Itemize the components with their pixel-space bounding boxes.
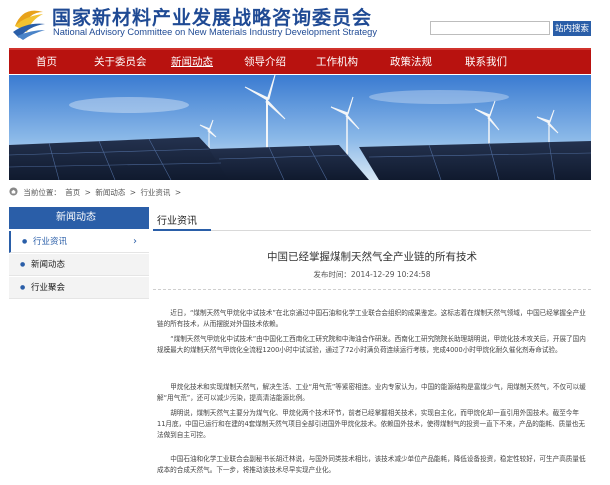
nav-item-policy[interactable]: 政策法规	[390, 50, 432, 74]
bullet-dot: ●	[20, 284, 26, 291]
article-title: 中国已经掌握煤制天然气全产业链的所有技术	[267, 251, 477, 263]
nav-item-leaders[interactable]: 领导介绍	[244, 50, 286, 74]
article-paragraph: 近日，“煤制天然气甲烷化中试技术”在北京通过中国石油和化学工业联合会组织的成果鉴…	[157, 309, 586, 328]
main-nav: 首页 关于委员会 新闻动态 领导介绍 工作机构 政策法规 联系我们	[9, 48, 591, 74]
breadcrumb: 当前位置： 首页 > 新闻动态 > 行业资讯 >	[9, 185, 183, 201]
page: 国家新材料产业发展战略咨询委员会 National Advisory Commi…	[0, 0, 610, 485]
section-divider	[153, 230, 591, 231]
home-icon	[9, 187, 18, 196]
breadcrumb-item-industry[interactable]: 行业资讯	[140, 188, 170, 197]
nav-item-organization[interactable]: 工作机构	[316, 50, 358, 74]
breadcrumb-separator: >	[174, 188, 182, 197]
publish-date: 发布时间：2014-12-29 10:24:58	[313, 270, 431, 279]
bullet-dot: ●	[22, 238, 28, 245]
nav-item-home[interactable]: 首页	[36, 50, 57, 74]
article-paragraph: 胡明说，煤制天然气主要分为煤气化、甲烷化两个技术环节，前者已经掌握相关技术，实现…	[157, 409, 585, 439]
article-paragraph: “煤制天然气甲烷化中试技术”由中国化工西南化工研究院和中海油合作研发。西南化工研…	[157, 335, 586, 354]
sidebar-item-label: 行业聚会	[31, 283, 66, 293]
article-area: 行业资讯 中国已经掌握煤制天然气全产业链的所有技术 发布时间：2014-12-2…	[153, 207, 591, 485]
breadcrumb-prefix: 当前位置：	[23, 188, 61, 197]
nav-item-news[interactable]: 新闻动态	[171, 50, 213, 74]
search-input[interactable]	[430, 21, 550, 35]
article-paragraph: 甲烷化技术和实现煤制天然气，解决生活、工业“用气荒”等紧密相连。业内专家认为，中…	[157, 383, 586, 402]
breadcrumb-item-home[interactable]: 首页	[65, 188, 80, 197]
site-subtitle: National Advisory Committee on New Mater…	[53, 27, 377, 37]
sidebar-heading: 新闻动态	[9, 207, 149, 229]
sidebar-item-gatherings[interactable]: ● 行业聚会	[9, 277, 149, 299]
article-paragraph: 中国石油和化学工业联合会副秘书长胡迁林说，与国外同类技术相比，该技术减少单位产品…	[157, 455, 586, 474]
site-header: 国家新材料产业发展战略咨询委员会 National Advisory Commi…	[0, 0, 610, 46]
breadcrumb-separator: >	[84, 188, 91, 197]
article-divider	[153, 289, 591, 290]
sidebar-item-industry-news[interactable]: ● 行业资讯 ›	[9, 231, 149, 253]
banner-image	[9, 75, 591, 180]
section-title: 行业资讯	[157, 216, 197, 227]
breadcrumb-separator: >	[129, 188, 137, 197]
site-title: 国家新材料产业发展战略咨询委员会	[52, 7, 373, 29]
nav-item-contact[interactable]: 联系我们	[465, 50, 507, 74]
sidebar-item-news[interactable]: ● 新闻动态	[9, 254, 149, 276]
nav-item-about[interactable]: 关于委员会	[94, 50, 147, 74]
sidebar-item-label: 新闻动态	[31, 260, 66, 270]
sidebar-item-label: 行业资讯	[33, 237, 68, 247]
chevron-right-icon: ›	[133, 236, 137, 247]
committee-logo-icon[interactable]	[9, 2, 49, 42]
section-divider-accent	[153, 229, 211, 231]
search-button[interactable]: 站内搜索	[553, 21, 591, 36]
breadcrumb-item-news[interactable]: 新闻动态	[95, 188, 125, 197]
bullet-dot: ●	[20, 261, 26, 268]
sidebar: 新闻动态 ● 行业资讯 › ● 新闻动态 ● 行业聚会	[9, 207, 149, 307]
